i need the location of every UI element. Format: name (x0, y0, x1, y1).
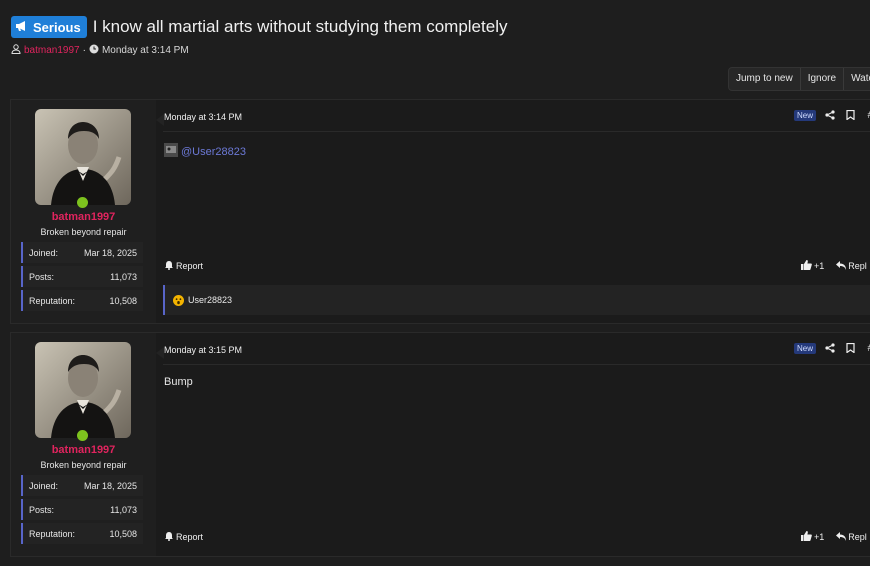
post-body: Bump (164, 376, 193, 388)
stat-label: Joined: (29, 247, 59, 258)
user-icon (11, 44, 21, 57)
stat-value[interactable]: 11,073 (110, 505, 137, 515)
stat-reputation: Reputation: 10,508 (21, 290, 143, 311)
divider (163, 131, 870, 132)
thread-author-link[interactable]: batman1997 (24, 45, 80, 56)
stat-label: Joined: (29, 480, 59, 491)
like-count: +1 (814, 532, 825, 542)
thumbs-up-icon (801, 260, 812, 272)
thread-actions: Jump to new Ignore Watc (728, 67, 870, 91)
user-title: Broken beyond repair (40, 460, 127, 470)
stat-posts: Posts: 11,073 (21, 266, 143, 287)
hash-icon[interactable]: # (864, 342, 870, 354)
post: batman1997 Broken beyond repair Joined: … (10, 332, 870, 557)
reply-label: Repl (848, 261, 867, 271)
bell-icon (164, 531, 174, 543)
thread-title: I know all martial arts without studying… (92, 17, 508, 36)
avatar[interactable] (35, 342, 131, 438)
divider (163, 364, 870, 365)
wow-reaction-icon (173, 294, 184, 306)
stat-joined: Joined: Mar 18, 2025 (21, 475, 143, 496)
user-title: Broken beyond repair (40, 227, 127, 237)
stat-value[interactable]: 11,073 (110, 272, 137, 282)
post-tools: New # (794, 342, 870, 354)
reaction-user[interactable]: User28823 (188, 295, 232, 305)
online-indicator (77, 197, 88, 208)
reply-button[interactable]: Repl (836, 260, 867, 272)
thread-header: Serious I know all martial arts without … (11, 16, 507, 38)
reply-icon (836, 531, 847, 543)
stat-posts: Posts: 11,073 (21, 499, 143, 520)
bell-icon (164, 260, 174, 272)
stat-joined: Joined: Mar 18, 2025 (21, 242, 143, 263)
post-footer-actions: +1 Repl (801, 531, 867, 543)
online-indicator (77, 430, 88, 441)
report-label: Report (176, 261, 204, 271)
prefix-badge[interactable]: Serious (11, 16, 87, 38)
thread-meta: batman1997 · Monday at 3:14 PM (11, 44, 189, 57)
post-content: Monday at 3:14 PM New # @User28823 Repor… (163, 100, 870, 323)
report-button[interactable]: Report (164, 260, 203, 272)
meta-separator: · (82, 45, 86, 56)
reply-button[interactable]: Repl (836, 531, 867, 543)
watch-button[interactable]: Watc (844, 68, 870, 90)
user-cell: batman1997 Broken beyond repair Joined: … (11, 100, 156, 323)
stat-value: Mar 18, 2025 (83, 480, 137, 491)
thumbs-up-icon (801, 531, 812, 543)
report-label: Report (176, 532, 204, 542)
stat-label: Reputation: (29, 528, 76, 539)
stat-label: Reputation: (29, 295, 76, 306)
mention-link[interactable]: @User28823 (181, 146, 246, 158)
ignore-button[interactable]: Ignore (801, 68, 845, 90)
post-username[interactable]: batman1997 (11, 444, 156, 456)
post-content: Monday at 3:15 PM New # Bump Report (163, 333, 870, 556)
post-body: @User28823 (164, 143, 246, 160)
post-username[interactable]: batman1997 (11, 211, 156, 223)
report-button[interactable]: Report (164, 531, 203, 543)
like-button[interactable]: +1 (801, 531, 824, 543)
bookmark-icon[interactable] (844, 109, 856, 121)
stat-value: 10,508 (109, 528, 137, 539)
post-footer-actions: +1 Repl (801, 260, 867, 272)
stat-label: Posts: (29, 271, 55, 282)
new-badge: New (794, 109, 817, 121)
post: batman1997 Broken beyond repair Joined: … (10, 99, 870, 324)
thread-date[interactable]: Monday at 3:14 PM (102, 45, 189, 56)
megaphone-icon (15, 20, 29, 35)
avatar[interactable] (35, 109, 131, 205)
stat-label: Posts: (29, 504, 55, 515)
reply-icon (836, 260, 847, 272)
reaction-bar[interactable]: User28823 (163, 285, 870, 315)
user-cell: batman1997 Broken beyond repair Joined: … (11, 333, 156, 556)
share-icon[interactable] (824, 342, 836, 354)
prefix-label: Serious (33, 19, 81, 35)
stat-value: Mar 18, 2025 (83, 247, 137, 258)
jump-to-new-button[interactable]: Jump to new (729, 68, 801, 90)
post-date[interactable]: Monday at 3:14 PM (164, 112, 242, 122)
post-body-text: Bump (164, 376, 193, 388)
share-icon[interactable] (824, 109, 836, 121)
like-count: +1 (814, 261, 825, 271)
reply-label: Repl (848, 532, 867, 542)
stat-value: 10,508 (109, 295, 137, 306)
hash-icon[interactable]: # (864, 109, 870, 121)
mention-avatar-icon (164, 143, 178, 160)
clock-icon (89, 44, 99, 57)
like-button[interactable]: +1 (801, 260, 824, 272)
stat-reputation: Reputation: 10,508 (21, 523, 143, 544)
post-tools: New # (794, 109, 870, 121)
bookmark-icon[interactable] (844, 342, 856, 354)
new-badge: New (794, 342, 817, 354)
post-date[interactable]: Monday at 3:15 PM (164, 345, 242, 355)
